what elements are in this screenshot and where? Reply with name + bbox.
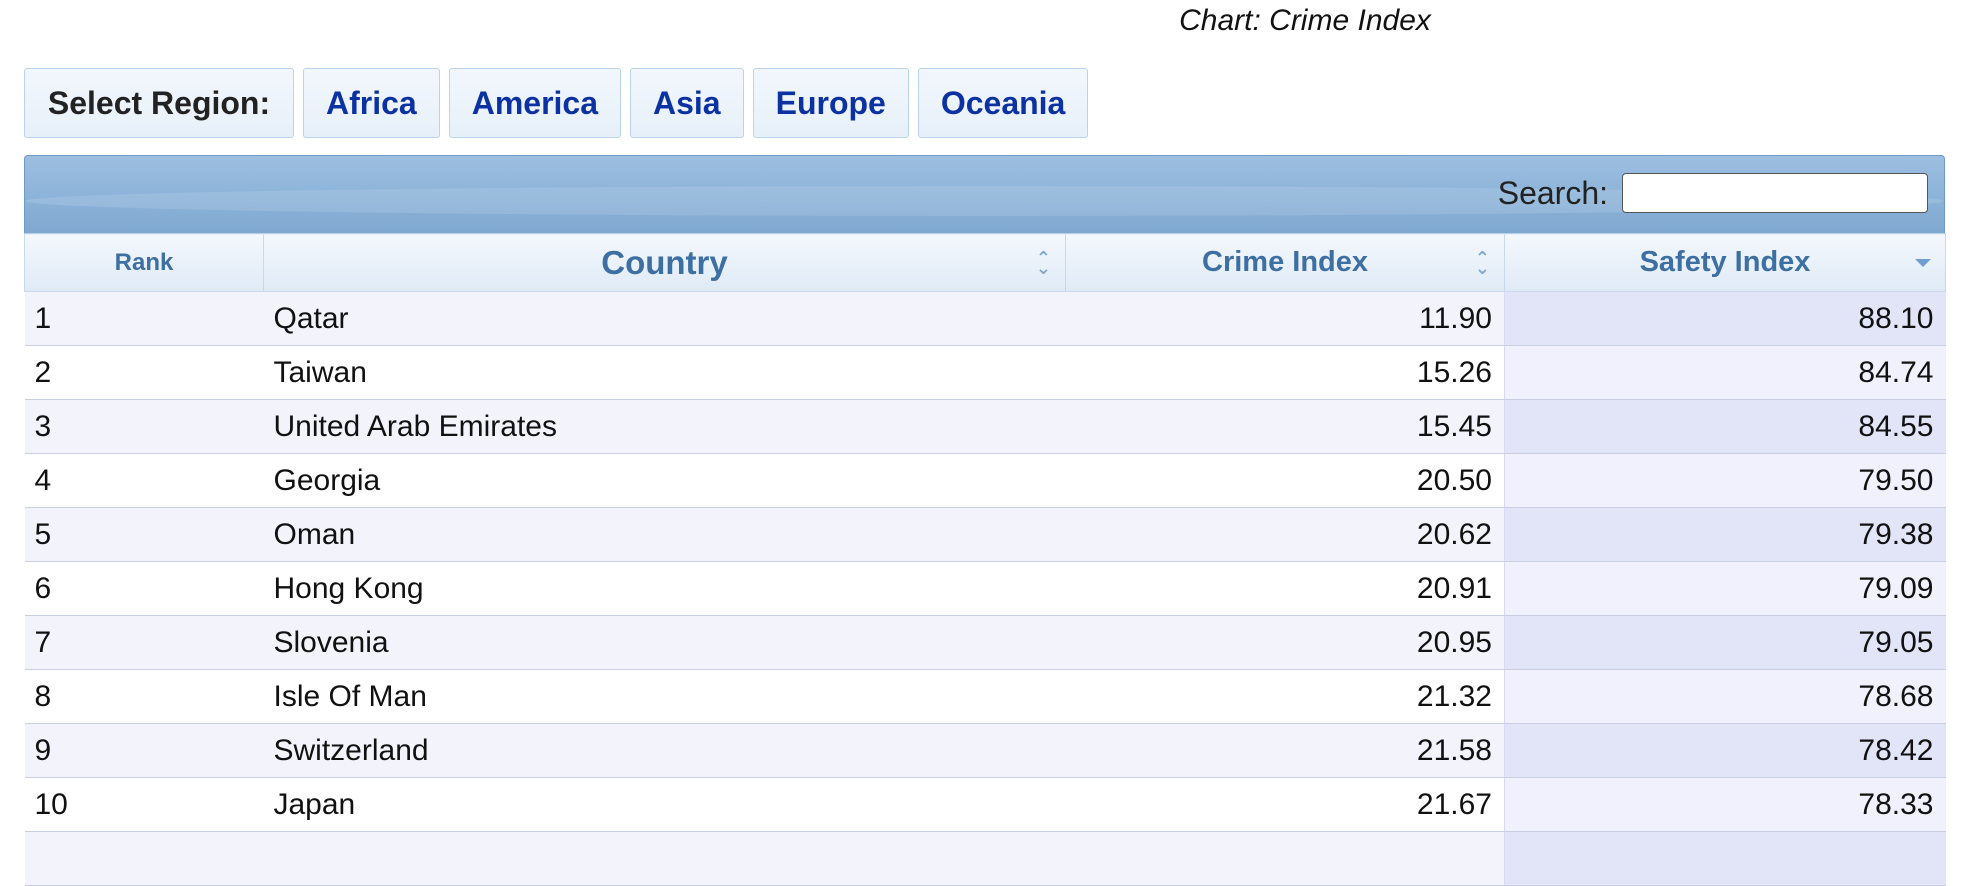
country-cell: Taiwan <box>263 345 1066 400</box>
country-cell <box>263 831 1066 886</box>
crime-index-cell: 20.91 <box>1065 561 1505 616</box>
country-cell: Oman <box>263 507 1066 562</box>
crime-index-table-container: Search: Rank Country ⌃ ⌄ Crime Index ⌃ ⌄… <box>24 155 1946 886</box>
crime-index-cell: 11.90 <box>1065 291 1505 346</box>
chart-caption: Chart: Crime Index <box>1179 4 1431 37</box>
rank-cell: 10 <box>24 777 264 832</box>
table-toolbar: Search: <box>24 155 1945 233</box>
country-cell: Japan <box>263 777 1066 832</box>
table-row: 9 Switzerland 21.58 78.42 <box>24 723 1946 778</box>
country-cell: Slovenia <box>263 615 1066 670</box>
safety-index-cell: 79.50 <box>1504 453 1946 508</box>
country-cell: Hong Kong <box>263 561 1066 616</box>
search-area: Search: <box>1498 173 1928 213</box>
region-selector: Select Region: Africa America Asia Europ… <box>24 68 1089 138</box>
table-row <box>24 831 1946 886</box>
column-header-label: Country <box>601 243 728 281</box>
crime-index-cell: 15.26 <box>1065 345 1505 400</box>
rank-cell: 4 <box>24 453 264 508</box>
column-header-safety-index[interactable]: Safety Index <box>1504 233 1946 292</box>
table-row: 3 United Arab Emirates 15.45 84.55 <box>24 399 1946 454</box>
region-link-africa[interactable]: Africa <box>303 68 440 138</box>
crime-index-cell: 21.58 <box>1065 723 1505 778</box>
sort-both-icon: ⌃ ⌄ <box>1035 247 1051 278</box>
region-link-oceania[interactable]: Oceania <box>917 68 1089 138</box>
rank-cell: 2 <box>24 345 264 400</box>
table-row: 4 Georgia 20.50 79.50 <box>24 453 1946 508</box>
safety-index-cell: 79.09 <box>1504 561 1946 616</box>
country-cell: United Arab Emirates <box>263 399 1066 454</box>
crime-index-cell: 20.50 <box>1065 453 1505 508</box>
table-header-row: Rank Country ⌃ ⌄ Crime Index ⌃ ⌄ Safety In… <box>24 233 1946 292</box>
country-cell: Georgia <box>263 453 1066 508</box>
rank-cell: 3 <box>24 399 264 454</box>
region-link-america[interactable]: America <box>448 68 621 138</box>
safety-index-cell: 78.68 <box>1504 669 1946 724</box>
rank-cell: 8 <box>24 669 264 724</box>
rank-cell: 7 <box>24 615 264 670</box>
country-cell: Isle Of Man <box>263 669 1066 724</box>
column-header-crime-index[interactable]: Crime Index ⌃ ⌄ <box>1065 233 1505 292</box>
safety-index-cell: 84.55 <box>1504 399 1946 454</box>
safety-index-cell: 78.33 <box>1504 777 1946 832</box>
column-header-label: Crime Index <box>1202 246 1368 278</box>
crime-index-cell: 20.95 <box>1065 615 1505 670</box>
rank-cell: 5 <box>24 507 264 562</box>
crime-index-cell: 21.32 <box>1065 669 1505 724</box>
table-row: 5 Oman 20.62 79.38 <box>24 507 1946 562</box>
country-cell: Switzerland <box>263 723 1066 778</box>
crime-index-cell <box>1065 831 1505 886</box>
column-header-rank[interactable]: Rank <box>24 233 264 292</box>
safety-index-cell: 84.74 <box>1504 345 1946 400</box>
safety-index-cell: 88.10 <box>1504 291 1946 346</box>
rank-cell <box>24 831 264 886</box>
select-region-label: Select Region: <box>24 68 294 138</box>
column-header-country[interactable]: Country ⌃ ⌄ <box>263 233 1066 292</box>
rank-cell: 1 <box>24 291 264 346</box>
crime-index-cell: 21.67 <box>1065 777 1505 832</box>
country-cell: Qatar <box>263 291 1066 346</box>
table-row: 8 Isle Of Man 21.32 78.68 <box>24 669 1946 724</box>
region-link-europe[interactable]: Europe <box>752 68 909 138</box>
sort-descending-icon <box>1915 258 1931 267</box>
safety-index-cell: 78.42 <box>1504 723 1946 778</box>
crime-index-table: Rank Country ⌃ ⌄ Crime Index ⌃ ⌄ Safety In… <box>24 233 1946 886</box>
region-link-asia[interactable]: Asia <box>630 68 744 138</box>
search-label: Search: <box>1497 174 1608 211</box>
search-input[interactable] <box>1622 173 1928 213</box>
table-row: 10 Japan 21.67 78.33 <box>24 777 1946 832</box>
column-header-label: Rank <box>114 248 174 276</box>
table-row: 7 Slovenia 20.95 79.05 <box>24 615 1946 670</box>
safety-index-cell: 79.38 <box>1504 507 1946 562</box>
table-row: 2 Taiwan 15.26 84.74 <box>24 345 1946 400</box>
column-header-label: Safety Index <box>1639 246 1811 278</box>
rank-cell: 6 <box>24 561 264 616</box>
safety-index-cell: 79.05 <box>1504 615 1946 670</box>
sort-both-icon: ⌃ ⌄ <box>1474 247 1490 278</box>
rank-cell: 9 <box>24 723 264 778</box>
crime-index-cell: 15.45 <box>1065 399 1505 454</box>
safety-index-cell <box>1504 831 1946 886</box>
table-row: 1 Qatar 11.90 88.10 <box>24 291 1946 346</box>
crime-index-cell: 20.62 <box>1065 507 1505 562</box>
table-row: 6 Hong Kong 20.91 79.09 <box>24 561 1946 616</box>
